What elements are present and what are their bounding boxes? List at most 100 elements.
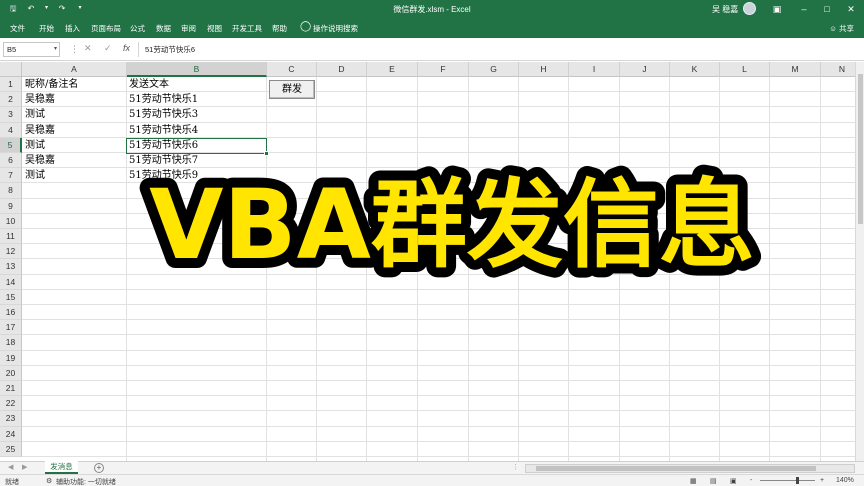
- row-header-1[interactable]: 1: [0, 77, 22, 93]
- user-name[interactable]: 吴 稳嘉: [712, 4, 738, 15]
- select-all-corner[interactable]: [0, 62, 22, 77]
- cell-a1[interactable]: 昵称/备注名: [23, 77, 78, 92]
- row-gridline: [22, 319, 864, 321]
- row-header-25[interactable]: 25: [0, 441, 22, 457]
- row-gridline: [22, 440, 864, 442]
- minimize-icon[interactable]: –: [797, 2, 811, 16]
- row-header-9[interactable]: 9: [0, 198, 22, 214]
- overlay-title-text: VBA群发信息: [149, 169, 755, 281]
- insert-function-icon[interactable]: fx: [123, 43, 130, 53]
- row-header-2[interactable]: 2: [0, 92, 22, 108]
- next-sheet-icon[interactable]: ▶: [22, 463, 27, 471]
- row-header-17[interactable]: 17: [0, 320, 22, 336]
- tab-view[interactable]: 视图: [207, 23, 222, 34]
- close-icon[interactable]: ✕: [844, 2, 858, 16]
- column-header-b[interactable]: B: [127, 62, 267, 77]
- row-header-15[interactable]: 15: [0, 289, 22, 305]
- row-header-4[interactable]: 4: [0, 122, 22, 138]
- row-header-16[interactable]: 16: [0, 305, 22, 321]
- row-header-7[interactable]: 7: [0, 168, 22, 184]
- column-header-f[interactable]: F: [418, 62, 469, 77]
- row-header-6[interactable]: 6: [0, 153, 22, 169]
- zoom-out-button[interactable]: -: [750, 477, 752, 484]
- row-header-21[interactable]: 21: [0, 381, 22, 397]
- normal-view-icon[interactable]: ▦: [690, 477, 697, 485]
- name-box[interactable]: B5 ▾: [3, 42, 60, 57]
- title-bar: 🖫 ↶ ▾ ↷ ▾ 微信群发.xlsm - Excel 吴 稳嘉 ▣ – □ ✕: [0, 0, 864, 18]
- tab-help[interactable]: 帮助: [272, 23, 287, 34]
- row-header-20[interactable]: 20: [0, 365, 22, 381]
- tab-home[interactable]: 开始: [39, 23, 54, 34]
- row-header-24[interactable]: 24: [0, 426, 22, 442]
- zoom-slider[interactable]: [760, 477, 815, 484]
- cell-b3[interactable]: 51劳动节快乐3: [127, 107, 198, 122]
- mass-send-button[interactable]: 群发: [269, 80, 315, 99]
- cell-a4[interactable]: 吴稳嘉: [23, 123, 55, 138]
- column-header-d[interactable]: D: [317, 62, 367, 77]
- tab-review[interactable]: 审阅: [181, 23, 196, 34]
- column-header-c[interactable]: C: [267, 62, 317, 77]
- horizontal-scrollbar[interactable]: [525, 464, 855, 473]
- column-header-a[interactable]: A: [22, 62, 127, 77]
- page-layout-view-icon[interactable]: ▤: [710, 477, 717, 485]
- tab-data[interactable]: 数据: [156, 23, 171, 34]
- cancel-icon[interactable]: ✕: [84, 43, 92, 54]
- tab-insert[interactable]: 插入: [65, 23, 80, 34]
- row-header-10[interactable]: 10: [0, 213, 22, 229]
- row-header-22[interactable]: 22: [0, 396, 22, 412]
- status-ready: 就绪: [5, 479, 19, 486]
- ribbon-display-options-icon[interactable]: ▣: [770, 2, 784, 16]
- cell-a2[interactable]: 吴稳嘉: [23, 92, 55, 107]
- row-header-3[interactable]: 3: [0, 107, 22, 123]
- zoom-in-button[interactable]: +: [820, 477, 824, 484]
- cell-a5[interactable]: 测试: [23, 138, 45, 153]
- row-header-8[interactable]: 8: [0, 183, 22, 199]
- column-header-m[interactable]: M: [770, 62, 821, 77]
- maximize-icon[interactable]: □: [820, 2, 834, 16]
- column-header-l[interactable]: L: [720, 62, 770, 77]
- tab-file[interactable]: 文件: [10, 23, 25, 34]
- column-header-i[interactable]: I: [569, 62, 620, 77]
- avatar[interactable]: [743, 2, 756, 15]
- name-box-value: B5: [7, 45, 17, 54]
- row-header-12[interactable]: 12: [0, 244, 22, 260]
- vertical-scroll-thumb[interactable]: [858, 74, 863, 224]
- tab-splitter-icon[interactable]: ⋮: [512, 463, 519, 471]
- tab-page-layout[interactable]: 页面布局: [91, 23, 121, 34]
- row-header-11[interactable]: 11: [0, 229, 22, 245]
- cell-b4[interactable]: 51劳动节快乐4: [127, 123, 198, 138]
- cell-a3[interactable]: 测试: [23, 107, 45, 122]
- row-header-18[interactable]: 18: [0, 335, 22, 351]
- chevron-down-icon[interactable]: ▾: [54, 43, 57, 56]
- share-button[interactable]: ☺ 共享: [829, 23, 854, 34]
- cell-a6[interactable]: 吴稳嘉: [23, 153, 55, 168]
- formula-input[interactable]: 51劳动节快乐6: [138, 42, 860, 57]
- tell-me-search[interactable]: 操作说明搜索: [313, 23, 358, 34]
- cell-b1[interactable]: 发送文本: [127, 77, 169, 92]
- prev-sheet-icon[interactable]: ◀: [8, 463, 13, 471]
- column-header-j[interactable]: J: [620, 62, 670, 77]
- zoom-level[interactable]: 140%: [836, 477, 854, 484]
- row-header-5[interactable]: 5: [0, 137, 22, 153]
- column-header-e[interactable]: E: [367, 62, 418, 77]
- accessibility-status[interactable]: 辅助功能: 一切就绪: [56, 477, 116, 486]
- cell-b2[interactable]: 51劳动节快乐1: [127, 92, 198, 107]
- row-header-19[interactable]: 19: [0, 350, 22, 366]
- horizontal-scroll-thumb[interactable]: [536, 466, 816, 471]
- tab-formulas[interactable]: 公式: [130, 23, 145, 34]
- sheet-tab-active[interactable]: 发消息: [45, 461, 78, 474]
- tab-developer[interactable]: 开发工具: [232, 23, 262, 34]
- vertical-scrollbar[interactable]: [855, 62, 864, 461]
- cell-a7[interactable]: 测试: [23, 168, 45, 183]
- page-break-view-icon[interactable]: ▣: [730, 477, 737, 485]
- zoom-slider-knob[interactable]: [796, 477, 799, 484]
- column-header-h[interactable]: H: [519, 62, 569, 77]
- row-header-23[interactable]: 23: [0, 411, 22, 427]
- column-header-g[interactable]: G: [469, 62, 519, 77]
- enter-icon[interactable]: ✓: [104, 43, 112, 54]
- add-sheet-icon[interactable]: +: [94, 463, 104, 473]
- formula-bar: B5 ▾ ⋮ ✕ ✓ fx 51劳动节快乐6: [0, 38, 864, 61]
- column-header-k[interactable]: K: [670, 62, 720, 77]
- row-header-14[interactable]: 14: [0, 274, 22, 290]
- row-header-13[interactable]: 13: [0, 259, 22, 275]
